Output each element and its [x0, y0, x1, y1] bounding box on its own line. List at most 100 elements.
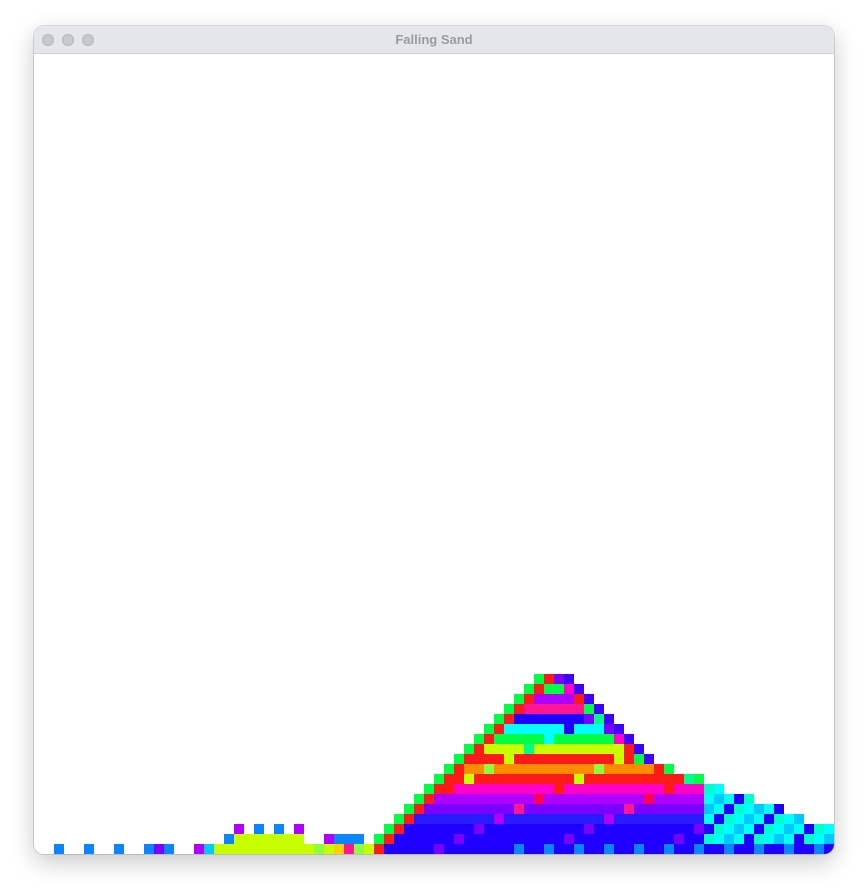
- sand-cell: [274, 834, 284, 844]
- sand-cell: [614, 734, 624, 744]
- sand-cell: [694, 794, 704, 804]
- sand-cell: [394, 844, 404, 854]
- sand-cell: [604, 744, 614, 754]
- sand-cell: [514, 824, 524, 834]
- sand-cell: [424, 804, 434, 814]
- sand-cell: [254, 824, 264, 834]
- sand-cell: [294, 824, 304, 834]
- sand-cell: [584, 764, 594, 774]
- sand-cell: [674, 824, 684, 834]
- sand-cell: [784, 834, 794, 844]
- sand-cell: [584, 814, 594, 824]
- sand-cell: [604, 734, 614, 744]
- sand-cell: [504, 744, 514, 754]
- sand-cell: [644, 764, 654, 774]
- sand-cell: [214, 844, 224, 854]
- sand-cell: [574, 794, 584, 804]
- sand-cell: [474, 834, 484, 844]
- sand-cell: [464, 824, 474, 834]
- window-title: Falling Sand: [395, 32, 473, 47]
- sand-cell: [524, 734, 534, 744]
- sand-cell: [414, 814, 424, 824]
- sand-cell: [634, 784, 644, 794]
- sand-cell: [444, 834, 454, 844]
- sand-cell: [504, 804, 514, 814]
- sand-cell: [564, 824, 574, 834]
- sand-cell: [494, 784, 504, 794]
- sand-cell: [574, 764, 584, 774]
- sand-cell: [524, 844, 534, 854]
- sand-cell: [534, 834, 544, 844]
- sand-cell: [294, 834, 304, 844]
- sand-cell: [564, 764, 574, 774]
- sand-cell: [734, 834, 744, 844]
- sand-cell: [684, 784, 694, 794]
- sand-cell: [474, 734, 484, 744]
- sand-cell: [404, 834, 414, 844]
- sand-cell: [764, 814, 774, 824]
- sand-cell: [544, 734, 554, 744]
- sand-cell: [494, 754, 504, 764]
- sand-cell: [674, 844, 684, 854]
- sand-cell: [784, 814, 794, 824]
- sand-cell: [424, 794, 434, 804]
- sand-cell: [584, 714, 594, 724]
- sand-cell: [484, 774, 494, 784]
- sand-cell: [234, 834, 244, 844]
- sand-cell: [644, 804, 654, 814]
- title-bar[interactable]: Falling Sand: [34, 26, 834, 54]
- sand-cell: [464, 784, 474, 794]
- sand-cell: [544, 744, 554, 754]
- sand-cell: [774, 834, 784, 844]
- sand-cell: [224, 844, 234, 854]
- sand-cell: [824, 824, 834, 834]
- sand-cell: [434, 834, 444, 844]
- sand-cell: [624, 764, 634, 774]
- sand-cell: [564, 704, 574, 714]
- sand-cell: [524, 704, 534, 714]
- sand-cell: [664, 764, 674, 774]
- sand-cell: [514, 694, 524, 704]
- sand-cell: [474, 824, 484, 834]
- sand-cell: [814, 834, 824, 844]
- sand-cell: [764, 804, 774, 814]
- sand-cell: [154, 844, 164, 854]
- sand-cell: [304, 844, 314, 854]
- sand-cell: [514, 834, 524, 844]
- sand-cell: [564, 734, 574, 744]
- sand-cell: [314, 844, 324, 854]
- sand-cell: [484, 724, 494, 734]
- sand-cell: [614, 754, 624, 764]
- sand-cell: [584, 694, 594, 704]
- sand-cell: [564, 774, 574, 784]
- sand-cell: [494, 804, 504, 814]
- sand-cell: [324, 834, 334, 844]
- sand-cell: [584, 734, 594, 744]
- sand-cell: [564, 674, 574, 684]
- sand-cell: [534, 714, 544, 724]
- sand-cell: [654, 794, 664, 804]
- sand-cell: [484, 764, 494, 774]
- sand-cell: [434, 844, 444, 854]
- sand-cell: [554, 714, 564, 724]
- sand-cell: [614, 724, 624, 734]
- sand-cell: [754, 814, 764, 824]
- sand-cell: [584, 784, 594, 794]
- sand-cell: [474, 764, 484, 774]
- sand-cell: [524, 784, 534, 794]
- sand-cell: [424, 834, 434, 844]
- sand-cell: [554, 794, 564, 804]
- sand-cell: [824, 834, 834, 844]
- sand-cell: [444, 814, 454, 824]
- sand-cell: [254, 844, 264, 854]
- sand-cell: [614, 824, 624, 834]
- sand-cell: [494, 824, 504, 834]
- sand-cell: [714, 784, 724, 794]
- sand-cell: [734, 814, 744, 824]
- sand-canvas[interactable]: [34, 54, 834, 854]
- sand-cell: [534, 784, 544, 794]
- sand-cell: [624, 794, 634, 804]
- sand-grid[interactable]: [34, 54, 834, 854]
- sand-cell: [594, 844, 604, 854]
- sand-cell: [524, 824, 534, 834]
